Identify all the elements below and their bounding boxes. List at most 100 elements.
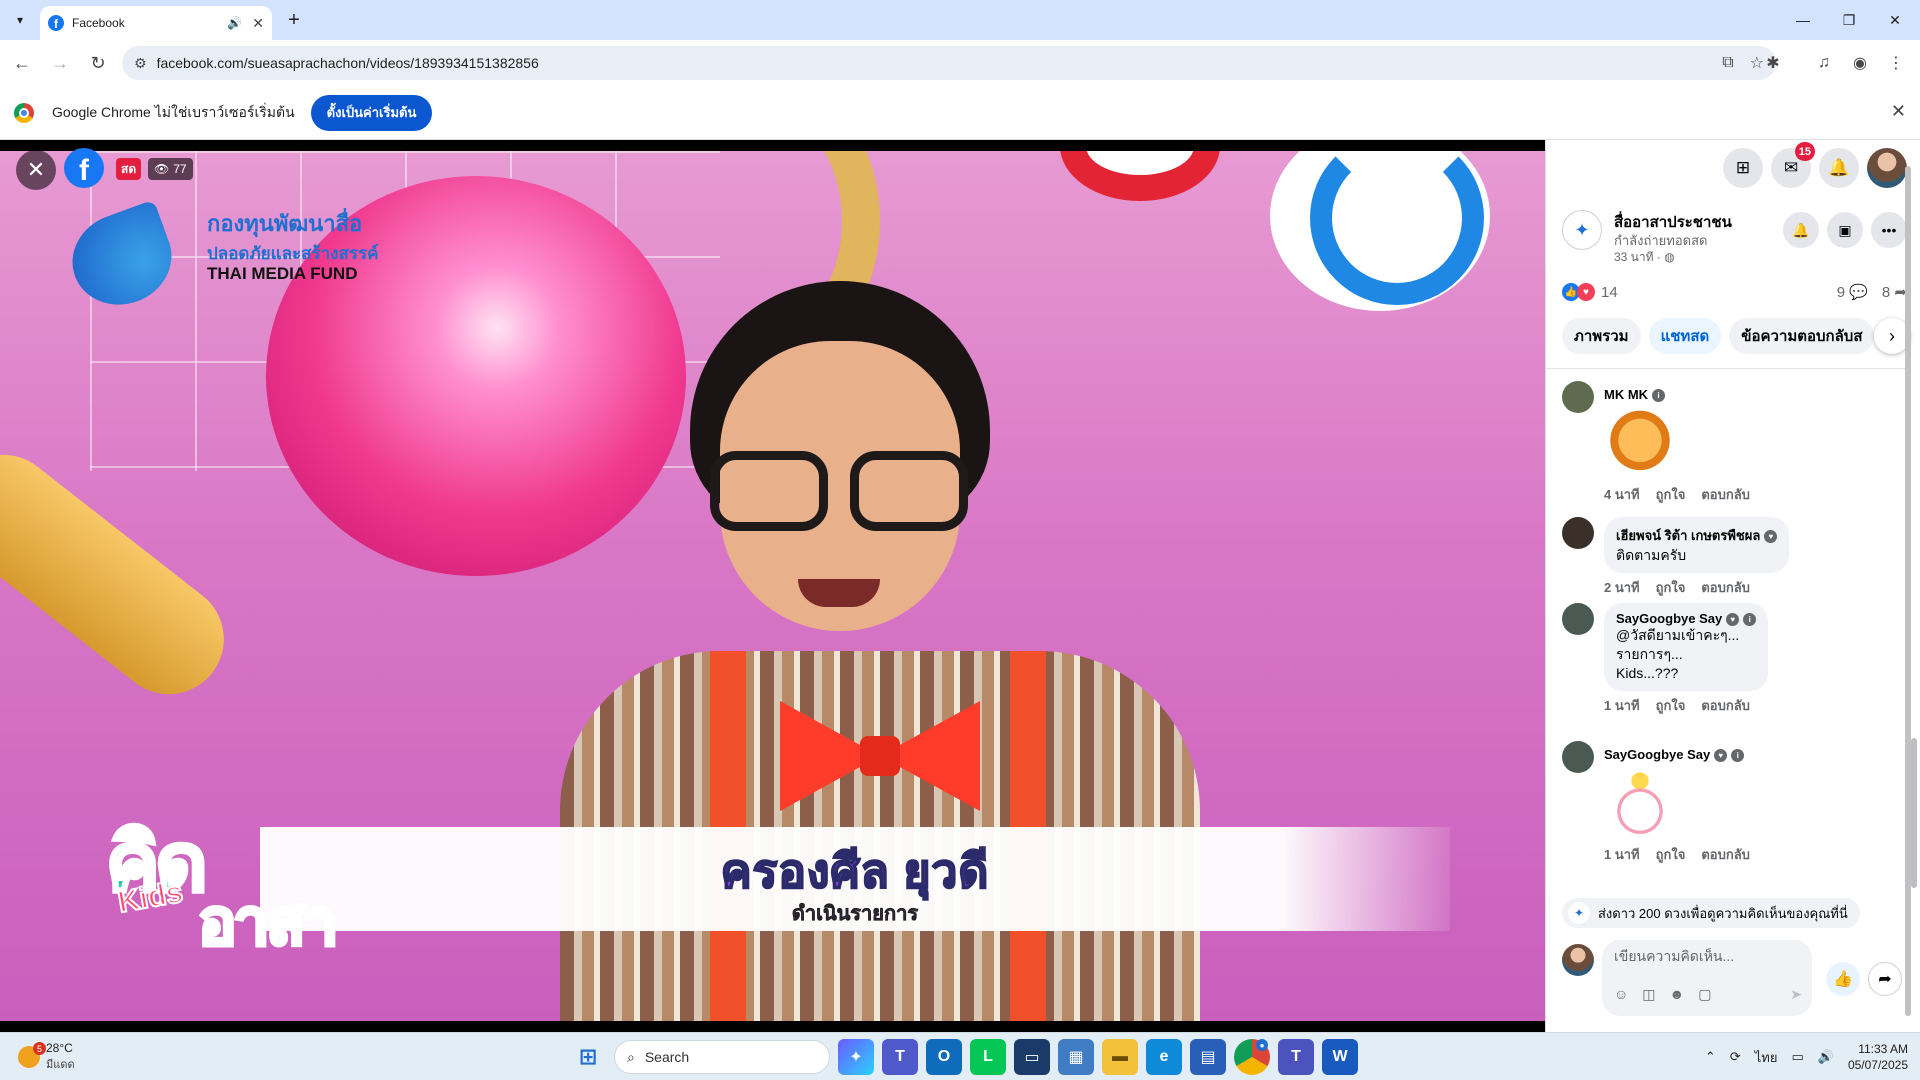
site-info-icon[interactable]: ⚙: [134, 55, 147, 72]
like-button-icon[interactable]: 👍: [1826, 962, 1860, 996]
commenter-name[interactable]: SayGoogbye Say ♥ i: [1616, 611, 1757, 627]
stars-prompt[interactable]: ✦ ส่งดาว 200 ดวงเพื่อดูความคิดเห็นของคุณ…: [1562, 898, 1860, 928]
comment-text-line: รายการๆ...: [1616, 646, 1683, 663]
address-bar[interactable]: ⚙ facebook.com/sueasaprachachon/videos/1…: [122, 46, 1776, 80]
volume-icon[interactable]: 🔊: [1818, 1049, 1834, 1065]
follow-bell-icon[interactable]: 🔔: [1783, 212, 1819, 248]
like-link[interactable]: ถูกใจ: [1656, 484, 1686, 505]
like-link[interactable]: ถูกใจ: [1656, 695, 1686, 716]
comments-count-value: 9: [1836, 284, 1846, 301]
share-button-icon[interactable]: ➦: [1868, 962, 1902, 996]
tab-replies[interactable]: ข้อความตอบกลับส: [1729, 318, 1875, 354]
avatar-sticker-icon[interactable]: ☺: [1614, 986, 1628, 1003]
comment-time: 2 นาที: [1604, 580, 1640, 595]
network-icon[interactable]: ▭: [1791, 1049, 1803, 1065]
weather-widget[interactable]: 5 28°C มีแดด: [18, 1041, 75, 1073]
post-time-value: 33 นาที ·: [1614, 250, 1661, 264]
speaker-icon[interactable]: 🔊: [227, 16, 242, 30]
menu-grid-icon[interactable]: ⊞: [1723, 148, 1763, 188]
video-player[interactable]: กองทุนพัฒนาสื่อ ปลอดภัยและสร้างสรรค์ THA…: [0, 140, 1545, 1032]
set-default-button[interactable]: ตั้งเป็นค่าเริ่มต้น: [310, 94, 433, 131]
teams-icon[interactable]: T: [882, 1039, 918, 1075]
chrome-profile-badge: ●: [1256, 1039, 1268, 1051]
windows-start-icon[interactable]: ⊞: [570, 1039, 606, 1075]
reply-link[interactable]: ตอบกลับ: [1701, 577, 1750, 598]
facebook-logo-icon[interactable]: f: [64, 148, 104, 188]
url-text[interactable]: facebook.com/sueasaprachachon/videos/189…: [157, 55, 539, 71]
back-icon[interactable]: ←: [6, 47, 38, 79]
copilot-icon[interactable]: ✦: [838, 1039, 874, 1075]
commenter-name[interactable]: เฮียพจน์ ริต้า เกษตรพืชผล ♥: [1616, 525, 1778, 546]
line-app-icon[interactable]: L: [970, 1039, 1006, 1075]
input-language[interactable]: ไทย: [1755, 1047, 1778, 1068]
extensions-icon[interactable]: ✱: [1757, 46, 1789, 80]
infobar-text: Google Chrome ไม่ใช่เบราว์เซอร์เริ่มต้น: [52, 103, 295, 120]
reply-link[interactable]: ตอบกลับ: [1701, 695, 1750, 716]
chrome-icon[interactable]: ●: [1234, 1039, 1270, 1075]
messenger-icon[interactable]: ✉ 15: [1771, 142, 1815, 188]
commenter-avatar[interactable]: [1562, 741, 1594, 773]
account-avatar[interactable]: [1867, 148, 1907, 188]
send-icon[interactable]: ➤: [1790, 986, 1802, 1003]
tab-close-icon[interactable]: ✕: [252, 15, 264, 32]
notifications-bell-icon[interactable]: 🔔: [1819, 148, 1859, 188]
reply-link[interactable]: ตอบกลับ: [1701, 484, 1750, 505]
clock[interactable]: 11:33 AM 05/07/2025: [1848, 1041, 1908, 1073]
more-options-icon[interactable]: •••: [1871, 212, 1907, 248]
menu-kebab-icon[interactable]: ⋮: [1880, 46, 1912, 80]
video-frame[interactable]: กองทุนพัฒนาสื่อ ปลอดภัยและสร้างสรรค์ THA…: [0, 151, 1545, 1021]
chevron-up-icon[interactable]: ⌃: [1705, 1049, 1716, 1065]
page-avatar[interactable]: ✦: [1562, 210, 1602, 250]
page-scrollbar[interactable]: [1903, 156, 1913, 1026]
store-icon[interactable]: ▤: [1190, 1039, 1226, 1075]
word-icon[interactable]: W: [1322, 1039, 1358, 1075]
reload-icon[interactable]: ↻: [82, 47, 114, 79]
commenter-avatar[interactable]: [1562, 517, 1594, 549]
minimize-icon[interactable]: —: [1780, 4, 1826, 36]
save-icon[interactable]: ▣: [1827, 212, 1863, 248]
emoji-icon[interactable]: ☻: [1670, 986, 1685, 1003]
fund-logo-line1: กองทุนพัฒนาสื่อ: [207, 211, 363, 236]
red-bowtie: [780, 701, 980, 811]
install-app-icon[interactable]: ⧉: [1722, 54, 1733, 72]
infobar-close-icon[interactable]: ✕: [1891, 101, 1906, 122]
new-tab-button[interactable]: +: [282, 8, 306, 32]
commenter-avatar[interactable]: [1562, 381, 1594, 413]
gif-icon[interactable]: ◫: [1642, 986, 1655, 1003]
tab-live-chat[interactable]: แชทสด: [1648, 318, 1722, 354]
page-scroll-thumb[interactable]: [1905, 166, 1911, 1016]
comment-body: SayGoogbye Say ♥ i 1 นาที ถูกใจ ตอบกลับ: [1604, 741, 1750, 865]
media-control-icon[interactable]: ♫: [1808, 46, 1840, 80]
comment-input[interactable]: [1614, 948, 1794, 964]
commenter-name[interactable]: MK MK i: [1604, 381, 1750, 403]
tab-facebook[interactable]: f Facebook 🔊 ✕: [40, 6, 272, 40]
sync-icon[interactable]: ⟳: [1730, 1049, 1741, 1065]
desktop-app-icon[interactable]: ▭: [1014, 1039, 1050, 1075]
sticker-icon[interactable]: ▢: [1698, 986, 1711, 1003]
teams-work-icon[interactable]: T: [1278, 1039, 1314, 1075]
tab-overview[interactable]: ภาพรวม: [1562, 318, 1641, 354]
comments-count[interactable]: 9 💬: [1837, 283, 1868, 301]
commenter-avatar[interactable]: [1562, 603, 1594, 635]
control-panel-icon[interactable]: ▦: [1058, 1039, 1094, 1075]
like-link[interactable]: ถูกใจ: [1656, 577, 1686, 598]
edge-icon[interactable]: e: [1146, 1039, 1182, 1075]
like-link[interactable]: ถูกใจ: [1656, 844, 1686, 865]
close-video-icon[interactable]: ✕: [16, 150, 56, 190]
presenter-glasses: [710, 451, 975, 535]
reply-link[interactable]: ตอบกลับ: [1701, 844, 1750, 865]
restore-icon[interactable]: ❐: [1826, 4, 1872, 36]
reactions-count[interactable]: 14: [1601, 284, 1618, 301]
profile-icon[interactable]: ◉: [1844, 46, 1876, 80]
tab-search-icon[interactable]: ▾: [8, 8, 32, 32]
file-explorer-icon[interactable]: ▬: [1102, 1039, 1138, 1075]
outlook-icon[interactable]: O: [926, 1039, 962, 1075]
viewer-count: 👁 77: [148, 158, 193, 180]
window-close-icon[interactable]: ✕: [1872, 4, 1918, 36]
forward-icon[interactable]: →: [44, 47, 76, 79]
commenter-name[interactable]: SayGoogbye Say ♥ i: [1604, 741, 1750, 763]
comment-text-line: Kids...???: [1616, 665, 1679, 682]
panel-tabs: ภาพรวม แชทสด ข้อความตอบกลับส: [1562, 318, 1907, 358]
taskbar-search[interactable]: ⌕ Search: [614, 1040, 830, 1074]
composer-box[interactable]: ☺ ◫ ☻ ▢ ➤: [1602, 940, 1812, 1016]
